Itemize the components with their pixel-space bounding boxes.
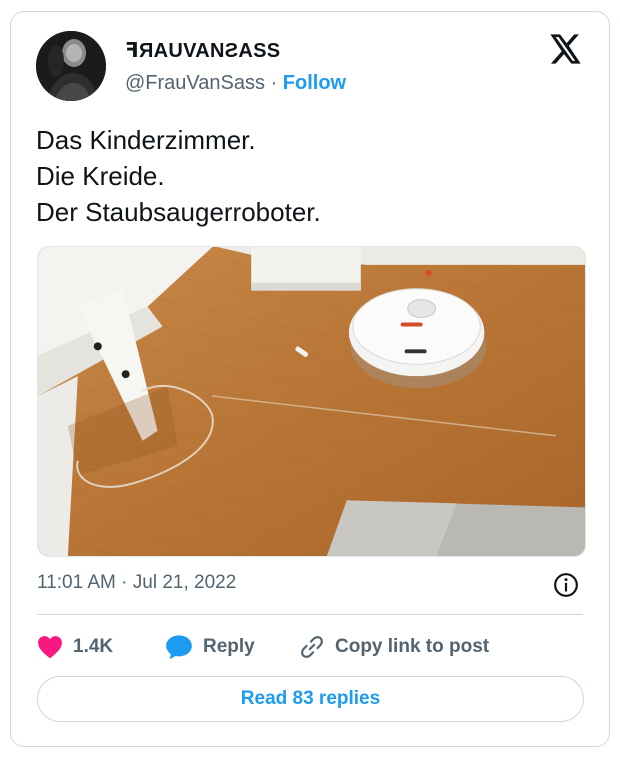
heart-icon — [38, 636, 62, 659]
copy-link-button[interactable]: Copy link to post — [299, 632, 489, 662]
x-logo-icon[interactable] — [550, 34, 582, 64]
speech-bubble-icon — [166, 635, 192, 660]
tweet-card: ꟻЯAUVANƧASS @FrauVanSass · Follow Das Ki… — [10, 11, 610, 747]
tweet-line: Das Kinderzimmer. — [36, 125, 256, 155]
handle-row: @FrauVanSass · Follow — [125, 72, 346, 95]
avatar[interactable] — [36, 31, 106, 101]
like-count: 1.4K — [73, 636, 114, 657]
read-replies-button[interactable]: Read 83 replies — [37, 676, 584, 722]
link-icon — [301, 636, 323, 658]
user-handle[interactable]: @FrauVanSass — [125, 72, 265, 94]
divider — [37, 614, 583, 615]
follow-button[interactable]: Follow — [283, 72, 346, 94]
tweet-photo[interactable] — [37, 246, 586, 557]
reply-button[interactable]: Reply — [165, 632, 255, 662]
tweet-line: Der Staubsaugerroboter. — [36, 197, 321, 227]
tweet-timestamp[interactable]: 11:01 AM · Jul 21, 2022 — [37, 572, 236, 594]
tweet-text: Das Kinderzimmer. Die Kreide. Der Staubs… — [36, 122, 596, 230]
copy-link-label: Copy link to post — [335, 636, 490, 657]
like-button[interactable]: 1.4K — [37, 632, 113, 662]
avatar-image — [36, 31, 106, 101]
separator-dot: · — [270, 72, 278, 94]
display-name[interactable]: ꟻЯAUVANƧASS — [125, 38, 280, 63]
tweet-line: Die Kreide. — [36, 161, 165, 191]
tweet-actions: 1.4K Reply Copy link to post — [37, 632, 597, 662]
info-icon[interactable] — [553, 572, 579, 598]
reply-label: Reply — [203, 636, 255, 657]
photo-robot-vacuum-floor — [38, 247, 585, 556]
